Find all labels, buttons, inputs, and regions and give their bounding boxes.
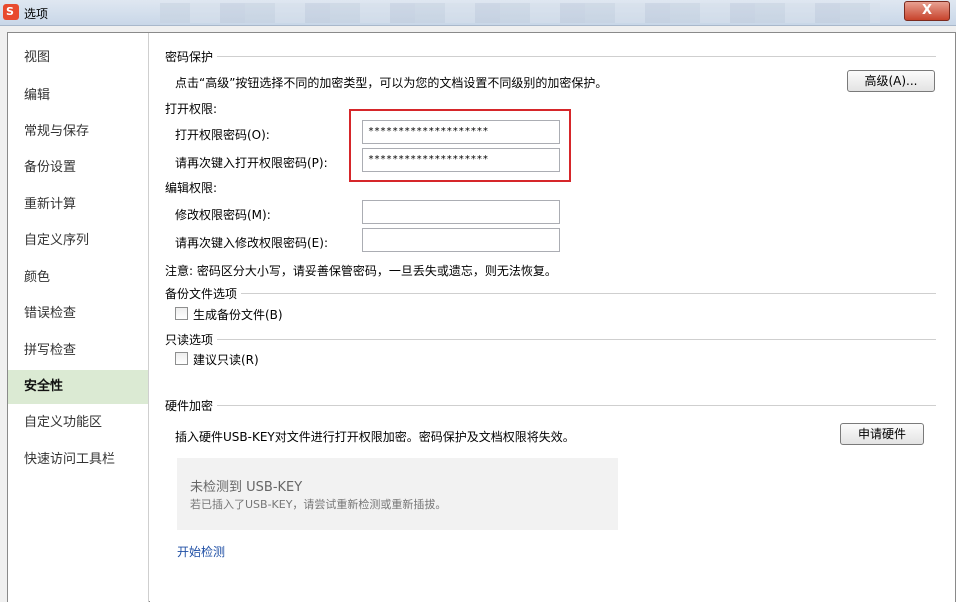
app-logo-icon: S xyxy=(3,4,19,20)
password-section-title: 密码保护 xyxy=(165,48,218,65)
window-title: 选项 xyxy=(24,7,49,21)
section-divider xyxy=(165,339,936,340)
sidebar-item-edit[interactable]: 编辑 xyxy=(8,79,148,113)
start-detection-link[interactable]: 开始检测 xyxy=(177,543,225,560)
backup-checkbox-label: 生成备份文件(B) xyxy=(193,308,283,322)
advanced-button[interactable]: 高级(A)... xyxy=(847,70,935,92)
password-note: 注意: 密码区分大小写，请妥善保管密码，一旦丢失或遗忘，则无法恢复。 xyxy=(165,264,557,278)
hardware-description: 插入硬件USB-KEY对文件进行打开权限加密。密码保护及文档权限将失效。 xyxy=(175,430,575,444)
sidebar-item-backup[interactable]: 备份设置 xyxy=(8,151,148,185)
password-description: 点击“高级”按钮选择不同的加密类型，可以为您的文档设置不同级别的加密保护。 xyxy=(175,76,608,90)
backup-checkbox[interactable] xyxy=(175,307,188,320)
hardware-section-title: 硬件加密 xyxy=(165,397,218,414)
sidebar-item-colors[interactable]: 颜色 xyxy=(8,261,148,295)
section-divider xyxy=(165,56,936,57)
edit-password-confirm-input[interactable] xyxy=(362,228,560,252)
edit-password-input[interactable] xyxy=(362,200,560,224)
readonly-checkbox[interactable] xyxy=(175,352,188,365)
sidebar-item-view[interactable]: 视图 xyxy=(8,41,148,75)
open-password-label: 打开权限密码(O): xyxy=(175,128,270,142)
edit-password-label: 修改权限密码(M): xyxy=(175,208,271,222)
usb-status-hint: 若已插入了USB-KEY，请尝试重新检测或重新插拔。 xyxy=(190,498,447,511)
section-divider xyxy=(165,293,936,294)
sidebar-item-security[interactable]: 安全性 xyxy=(8,370,148,404)
sidebar-item-spell-check[interactable]: 拼写检查 xyxy=(8,334,148,368)
edit-password-confirm-label: 请再次键入修改权限密码(E): xyxy=(175,236,328,250)
section-divider xyxy=(165,405,936,406)
highlight-box xyxy=(349,109,571,182)
backup-section-title: 备份文件选项 xyxy=(165,285,242,302)
sidebar-item-general-save[interactable]: 常规与保存 xyxy=(8,115,148,149)
sidebar-item-quick-access[interactable]: 快速访问工具栏 xyxy=(8,443,148,477)
open-password-confirm-label: 请再次键入打开权限密码(P): xyxy=(175,156,328,170)
readonly-checkbox-label: 建议只读(R) xyxy=(193,353,259,367)
apply-hardware-button[interactable]: 申请硬件 xyxy=(840,423,924,445)
close-button[interactable]: X xyxy=(904,1,950,21)
usb-status-title: 未检测到 USB-KEY xyxy=(190,480,303,495)
readonly-section-title: 只读选项 xyxy=(165,331,218,348)
open-permission-label: 打开权限: xyxy=(165,102,218,116)
sidebar-item-custom-lists[interactable]: 自定义序列 xyxy=(8,224,148,258)
options-sidebar: 视图 编辑 常规与保存 备份设置 重新计算 自定义序列 颜色 错误检查 拼写检查… xyxy=(8,33,149,602)
sidebar-item-custom-ribbon[interactable]: 自定义功能区 xyxy=(8,406,148,440)
edit-permission-label: 编辑权限: xyxy=(165,181,218,195)
background-toolbar-blur xyxy=(160,3,880,23)
sidebar-item-recalculate[interactable]: 重新计算 xyxy=(8,188,148,222)
title-bar: S 选项 X xyxy=(0,0,956,26)
sidebar-item-error-check[interactable]: 错误检查 xyxy=(8,297,148,331)
